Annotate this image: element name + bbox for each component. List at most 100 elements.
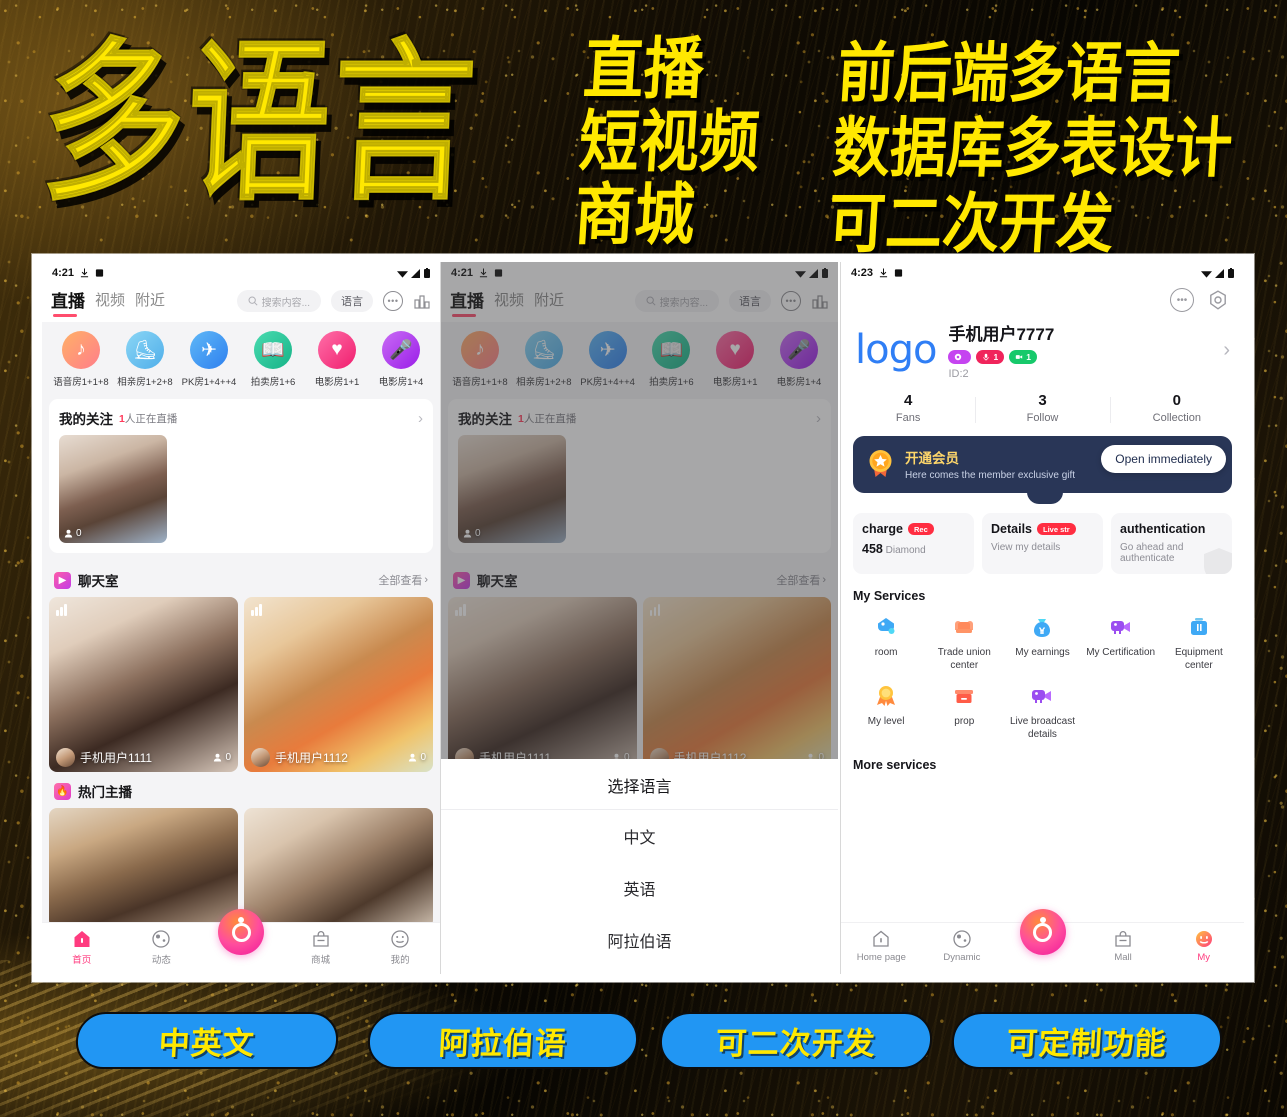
app-icon: [494, 269, 503, 277]
service-live-broadcast-details[interactable]: Live broadcast details: [1003, 676, 1081, 745]
tab-label: My: [1197, 952, 1210, 963]
service-equipment-center[interactable]: Equipment center: [1160, 607, 1238, 676]
mini-card-authentication[interactable]: authentication Go ahead and authenticate: [1111, 513, 1232, 574]
search-input[interactable]: 搜索内容...: [634, 290, 719, 312]
chatroom-tiles: 手机用户1111 0 手机用户1112 0: [42, 597, 440, 772]
chatroom-name-row: 手机用户1112 0: [251, 748, 426, 767]
chevron-right-icon[interactable]: ›: [1223, 339, 1230, 362]
stat-fans[interactable]: 4 Fans: [841, 392, 975, 424]
chatroom-view-all[interactable]: 全部查看 ›: [378, 572, 428, 588]
chatroom-view-all[interactable]: 全部查看 ›: [776, 572, 826, 588]
stat-follow[interactable]: 3 Follow: [975, 392, 1109, 424]
pill-secondary-development[interactable]: 可二次开发: [658, 1012, 934, 1069]
hot-anchor-tile[interactable]: [244, 808, 433, 928]
category-movie-room-1[interactable]: ♥ 电影房1+1: [306, 331, 368, 388]
my-follow-card[interactable]: 我的关注 1人正在直播 › 0: [448, 399, 831, 553]
live-camera-icon[interactable]: [1019, 909, 1066, 955]
tab-live[interactable]: 直播: [450, 287, 484, 317]
service-trade-union[interactable]: Trade union center: [925, 607, 1003, 676]
battery-icon: [1228, 268, 1234, 278]
tab-video[interactable]: 视频: [95, 289, 125, 313]
chart-rank-icon[interactable]: [413, 292, 431, 310]
tab-dynamic[interactable]: Dynamic: [922, 929, 1003, 963]
live-camera-icon[interactable]: [218, 909, 264, 955]
tab-home-page[interactable]: Home page: [841, 929, 922, 963]
category-label: PK房1+4++4: [580, 377, 635, 388]
category-movie-room-4[interactable]: 🎤 电影房1+4: [768, 331, 830, 388]
profile-username: 手机用户7777: [948, 325, 1055, 344]
service-room[interactable]: room: [847, 607, 925, 676]
category-pk-room[interactable]: ✈ PK房1+4++4: [577, 331, 639, 388]
tab-profile[interactable]: 我的: [360, 929, 440, 966]
stat-label: Follow: [1026, 412, 1059, 424]
chatroom-tile[interactable]: 手机用户1111 0: [49, 597, 238, 772]
tab-video[interactable]: 视频: [494, 289, 524, 313]
chatroom-tile[interactable]: 手机用户1112 0: [244, 597, 433, 772]
pill-chinese-english[interactable]: 中英文: [74, 1012, 340, 1069]
my-follow-card[interactable]: 我的关注 1人正在直播 › 0: [49, 399, 433, 553]
live-bars-icon: [649, 604, 660, 616]
message-dots-icon[interactable]: •••: [1170, 288, 1194, 312]
chart-rank-icon[interactable]: [811, 292, 829, 310]
language-option-chinese[interactable]: 中文: [441, 810, 838, 862]
service-my-earnings[interactable]: My earnings: [1003, 607, 1081, 676]
stat-collection[interactable]: 0 Collection: [1109, 392, 1244, 424]
vip-membership-banner[interactable]: 开通会员 Here comes the member exclusive gif…: [853, 436, 1232, 504]
category-movie-room-1[interactable]: ♥ 电影房1+1: [704, 331, 766, 388]
more-dots-icon[interactable]: •••: [781, 291, 801, 311]
hot-anchor-tile[interactable]: [49, 808, 238, 928]
category-pk-room[interactable]: ✈ PK房1+4++4: [178, 331, 240, 388]
service-my-certification[interactable]: My Certification: [1082, 607, 1160, 676]
follow-live-thumbnail[interactable]: 0: [59, 435, 167, 543]
category-dating-room[interactable]: ⛸ 相亲房1+2+8: [114, 331, 176, 388]
pill-arabic[interactable]: 阿拉伯语: [366, 1012, 640, 1069]
tab-mall[interactable]: 商城: [281, 929, 361, 966]
tab-nearby[interactable]: 附近: [534, 289, 564, 313]
tab-dynamic[interactable]: 动态: [122, 929, 202, 966]
tab-label: 首页: [72, 955, 92, 966]
profile-user-info: 手机用户7777 1 1 ID:2: [948, 320, 1054, 380]
chevron-right-icon[interactable]: ›: [418, 410, 423, 427]
category-voice-room[interactable]: ♪ 语音房1+1+8: [449, 331, 511, 388]
my-follow-subtitle: 1人正在直播: [119, 412, 178, 425]
category-voice-room[interactable]: ♪ 语音房1+1+8: [50, 331, 112, 388]
category-auction-room[interactable]: 📖 拍卖房1+6: [640, 331, 702, 388]
level-icon: [955, 353, 962, 361]
pill-custom-features[interactable]: 可定制功能: [950, 1012, 1224, 1069]
open-immediately-button[interactable]: Open immediately: [1101, 445, 1226, 473]
tv-icon: ▶: [54, 571, 71, 589]
category-movie-room-4[interactable]: 🎤 电影房1+4: [370, 331, 432, 388]
settings-gear-icon[interactable]: [1206, 288, 1230, 312]
tab-my[interactable]: My: [1163, 929, 1244, 963]
search-input[interactable]: 搜索内容...: [236, 290, 321, 312]
hero-banner: 多语言 直播 短视频 商城 前后端多语言 数据库多表设计 可二次开发: [0, 0, 1287, 262]
chatroom-tile[interactable]: 手机用户1111 0: [448, 597, 637, 772]
mini-card-details[interactable]: Details Live str View my details: [982, 513, 1103, 574]
tab-home[interactable]: 首页: [42, 929, 122, 966]
tab-nearby[interactable]: 附近: [135, 289, 165, 313]
mini-card-charge[interactable]: charge Rec 458 Diamond: [853, 513, 974, 574]
category-dating-room[interactable]: ⛸ 相亲房1+2+8: [513, 331, 575, 388]
more-dots-icon[interactable]: •••: [383, 291, 403, 311]
tab-live[interactable]: 直播: [51, 287, 85, 317]
profile-actions: •••: [841, 284, 1244, 312]
service-my-level[interactable]: My level: [847, 676, 925, 745]
language-option-english[interactable]: 英语: [441, 862, 838, 914]
heart-play-icon: ♥: [716, 331, 755, 369]
phone-screen-profile: 4:23 ••• logo 手机用户7777 1 1 ID:2 › 4 Fans…: [840, 262, 1244, 974]
download-icon: [80, 268, 89, 278]
signal-icon: [809, 268, 818, 278]
language-button[interactable]: 语言: [331, 290, 373, 312]
chatroom-tile[interactable]: 手机用户1112 0: [642, 597, 831, 772]
profile-user-row[interactable]: logo 手机用户7777 1 1 ID:2 ›: [841, 312, 1244, 384]
tab-mall[interactable]: Mall: [1083, 929, 1164, 963]
language-button[interactable]: 语言: [729, 290, 771, 312]
follow-live-thumbnail[interactable]: 0: [458, 435, 566, 543]
category-auction-room[interactable]: 📖 拍卖房1+6: [242, 331, 304, 388]
chevron-right-icon[interactable]: ›: [816, 410, 821, 427]
vip-text-block: 开通会员 Here comes the member exclusive gif…: [905, 447, 1075, 481]
language-select-dialog: 选择语言 中文 英语 阿拉伯语: [441, 759, 838, 974]
service-prop[interactable]: prop: [925, 676, 1003, 745]
language-option-arabic[interactable]: 阿拉伯语: [441, 914, 838, 966]
service-label: My Certification: [1086, 647, 1156, 658]
